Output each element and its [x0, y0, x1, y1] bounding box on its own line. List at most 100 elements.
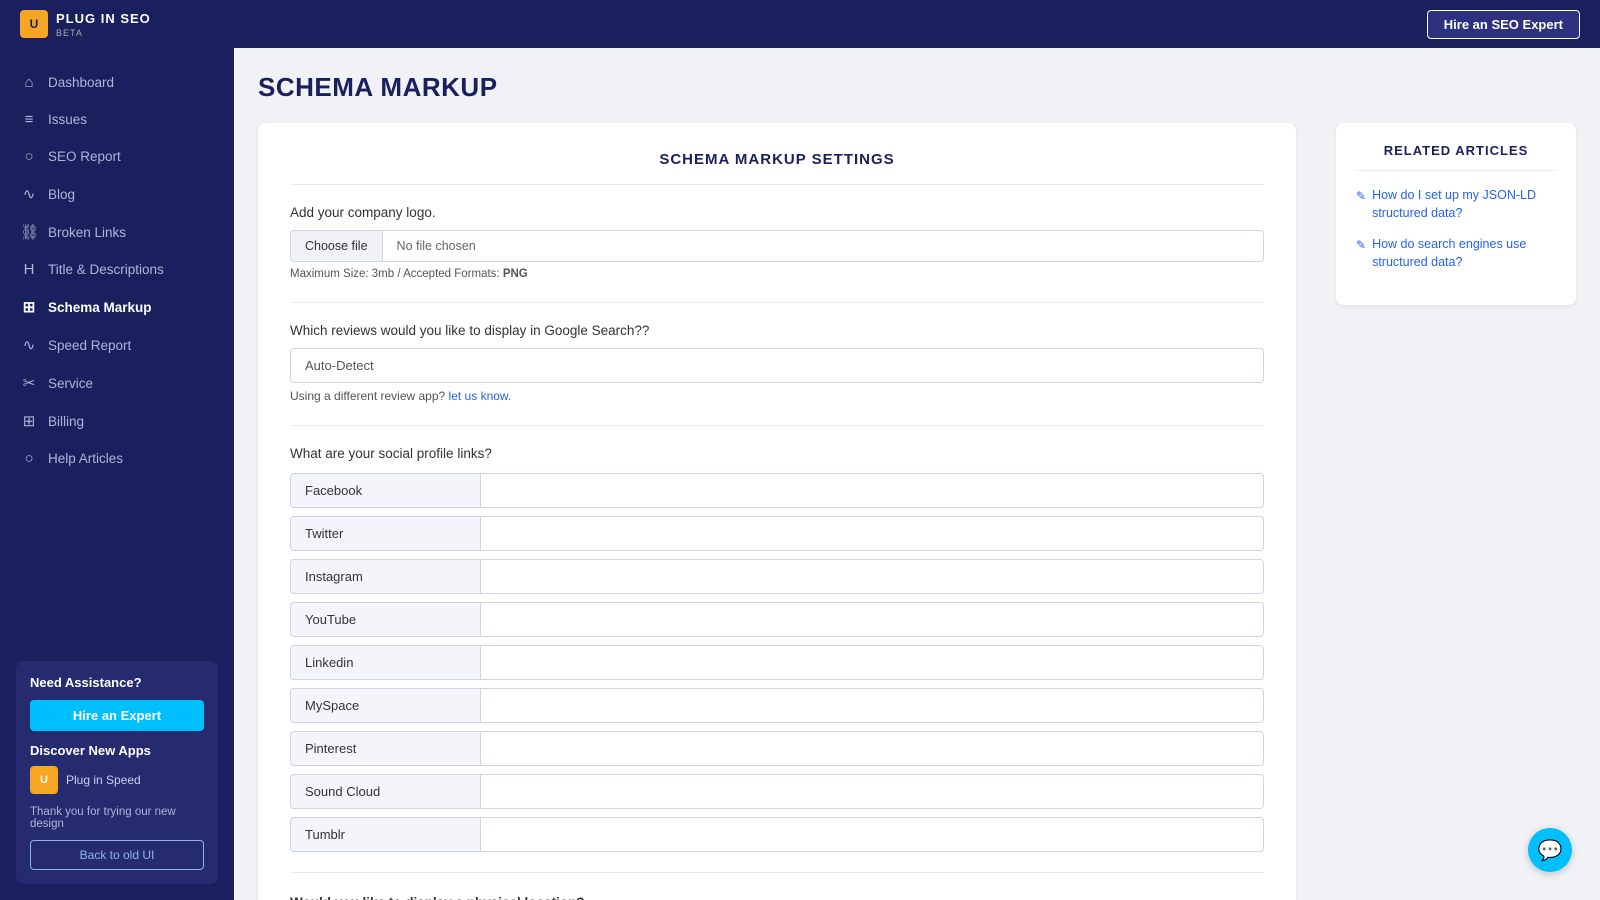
sidebar-item-dashboard[interactable]: ⌂ Dashboard [0, 64, 234, 101]
review-question: Which reviews would you like to display … [290, 323, 1264, 338]
logo-beta: BETA [56, 28, 151, 38]
sidebar-label-title-descriptions: Title & Descriptions [48, 262, 164, 277]
social-input-twitter[interactable] [480, 516, 1264, 551]
logo-text: PLUG IN SEO [56, 11, 151, 26]
help-icon: ○ [20, 450, 38, 467]
sidebar-label-seo-report: SEO Report [48, 149, 121, 164]
schema-icon: ⊞ [20, 298, 38, 316]
sidebar-item-help-articles[interactable]: ○ Help Articles [0, 440, 234, 477]
social-input-pinterest[interactable] [480, 731, 1264, 766]
related-link-json-ld[interactable]: ✎ How do I set up my JSON-LD structured … [1356, 187, 1556, 222]
file-note: Maximum Size: 3mb / Accepted Formats: PN… [290, 268, 1264, 280]
sidebar-label-billing: Billing [48, 414, 84, 429]
social-row-facebook: Facebook [290, 473, 1264, 508]
logo-text-group: PLUG IN SEO BETA [56, 10, 151, 38]
broken-links-icon: ⛓ [20, 223, 38, 241]
choose-file-button[interactable]: Choose file [291, 231, 383, 261]
page-title: SCHEMA MARKUP [258, 72, 1576, 103]
sidebar-item-billing[interactable]: ⊞ Billing [0, 402, 234, 440]
sidebar-item-title-descriptions[interactable]: H Title & Descriptions [0, 251, 234, 288]
seo-report-icon: ○ [20, 148, 38, 165]
social-input-instagram[interactable] [480, 559, 1264, 594]
plugin-speed-icon: U [30, 766, 58, 794]
social-input-youtube[interactable] [480, 602, 1264, 637]
no-file-text: No file chosen [383, 231, 490, 261]
external-link-icon-1: ✎ [1356, 188, 1366, 205]
sidebar-label-help-articles: Help Articles [48, 451, 123, 466]
issues-icon: ≡ [20, 111, 38, 128]
social-row-linkedin: Linkedin [290, 645, 1264, 680]
sidebar-label-dashboard: Dashboard [48, 75, 114, 90]
social-label-tumblr: Tumblr [290, 817, 480, 852]
social-label-instagram: Instagram [290, 559, 480, 594]
topnav: U PLUG IN SEO BETA Hire an SEO Expert [0, 0, 1600, 48]
social-label-youtube: YouTube [290, 602, 480, 637]
let-us-know-link[interactable]: let us know. [449, 389, 512, 403]
hire-expert-button-top[interactable]: Hire an SEO Expert [1427, 10, 1580, 39]
social-input-linkedin[interactable] [480, 645, 1264, 680]
sidebar-item-broken-links[interactable]: ⛓ Broken Links [0, 213, 234, 251]
social-question: What are your social profile links? [290, 446, 1264, 461]
assistance-title: Need Assistance? [30, 675, 204, 690]
review-select[interactable] [290, 348, 1264, 383]
assistance-panel: Need Assistance? Hire an Expert Discover… [16, 661, 218, 884]
sidebar-label-issues: Issues [48, 112, 87, 127]
sidebar: ⌂ Dashboard ≡ Issues ○ SEO Report ∿ Blog… [0, 48, 234, 900]
social-row-twitter: Twitter [290, 516, 1264, 551]
social-label-twitter: Twitter [290, 516, 480, 551]
social-row-myspace: MySpace [290, 688, 1264, 723]
sidebar-item-blog[interactable]: ∿ Blog [0, 175, 234, 213]
back-to-old-ui-button[interactable]: Back to old UI [30, 840, 204, 870]
review-note: Using a different review app? let us kno… [290, 389, 1264, 403]
chat-bubble[interactable]: 💬 [1528, 828, 1572, 872]
social-input-tumblr[interactable] [480, 817, 1264, 852]
main-content: SCHEMA MARKUP SCHEMA MARKUP SETTINGS Add… [234, 48, 1600, 900]
sidebar-nav: ⌂ Dashboard ≡ Issues ○ SEO Report ∿ Blog… [0, 48, 234, 645]
social-label-soundcloud: Sound Cloud [290, 774, 480, 809]
right-panel: RELATED ARTICLES ✎ How do I set up my JS… [1316, 123, 1576, 305]
location-question: Would you like to display a physical loc… [290, 895, 1264, 900]
discover-title: Discover New Apps [30, 743, 204, 758]
logo-section-label: Add your company logo. [290, 205, 1264, 220]
social-row-youtube: YouTube [290, 602, 1264, 637]
sidebar-item-speed-report[interactable]: ∿ Speed Report [0, 326, 234, 364]
social-row-tumblr: Tumblr [290, 817, 1264, 852]
sidebar-label-speed-report: Speed Report [48, 338, 131, 353]
external-link-icon-2: ✎ [1356, 237, 1366, 254]
sidebar-label-blog: Blog [48, 187, 75, 202]
sidebar-item-service[interactable]: ✂ Service [0, 364, 234, 402]
sidebar-label-broken-links: Broken Links [48, 225, 126, 240]
sidebar-label-service: Service [48, 376, 93, 391]
social-input-facebook[interactable] [480, 473, 1264, 508]
related-articles-card: RELATED ARTICLES ✎ How do I set up my JS… [1336, 123, 1576, 305]
social-input-soundcloud[interactable] [480, 774, 1264, 809]
social-row-instagram: Instagram [290, 559, 1264, 594]
logo: U PLUG IN SEO BETA [20, 10, 151, 38]
social-label-linkedin: Linkedin [290, 645, 480, 680]
related-link-search-engines-text: How do search engines use structured dat… [1372, 236, 1556, 271]
sidebar-item-seo-report[interactable]: ○ SEO Report [0, 138, 234, 175]
plugin-speed-row: U Plug in Speed [30, 766, 204, 794]
related-link-search-engines[interactable]: ✎ How do search engines use structured d… [1356, 236, 1556, 271]
social-input-myspace[interactable] [480, 688, 1264, 723]
service-icon: ✂ [20, 374, 38, 392]
logo-icon: U [20, 10, 48, 38]
title-icon: H [20, 261, 38, 278]
thankyou-text: Thank you for trying our new design [30, 806, 204, 830]
sidebar-label-schema-markup: Schema Markup [48, 300, 152, 315]
sidebar-item-schema-markup[interactable]: ⊞ Schema Markup [0, 288, 234, 326]
plugin-speed-label: Plug in Speed [66, 773, 141, 787]
related-link-json-ld-text: How do I set up my JSON-LD structured da… [1372, 187, 1556, 222]
speed-icon: ∿ [20, 336, 38, 354]
social-label-facebook: Facebook [290, 473, 480, 508]
sidebar-item-issues[interactable]: ≡ Issues [0, 101, 234, 138]
social-label-pinterest: Pinterest [290, 731, 480, 766]
blog-icon: ∿ [20, 185, 38, 203]
social-row-pinterest: Pinterest [290, 731, 1264, 766]
schema-markup-card: SCHEMA MARKUP SETTINGS Add your company … [258, 123, 1296, 900]
card-title: SCHEMA MARKUP SETTINGS [290, 151, 1264, 185]
social-label-myspace: MySpace [290, 688, 480, 723]
hire-expert-button-sidebar[interactable]: Hire an Expert [30, 700, 204, 731]
related-articles-title: RELATED ARTICLES [1356, 143, 1556, 171]
file-input-row: Choose file No file chosen [290, 230, 1264, 262]
